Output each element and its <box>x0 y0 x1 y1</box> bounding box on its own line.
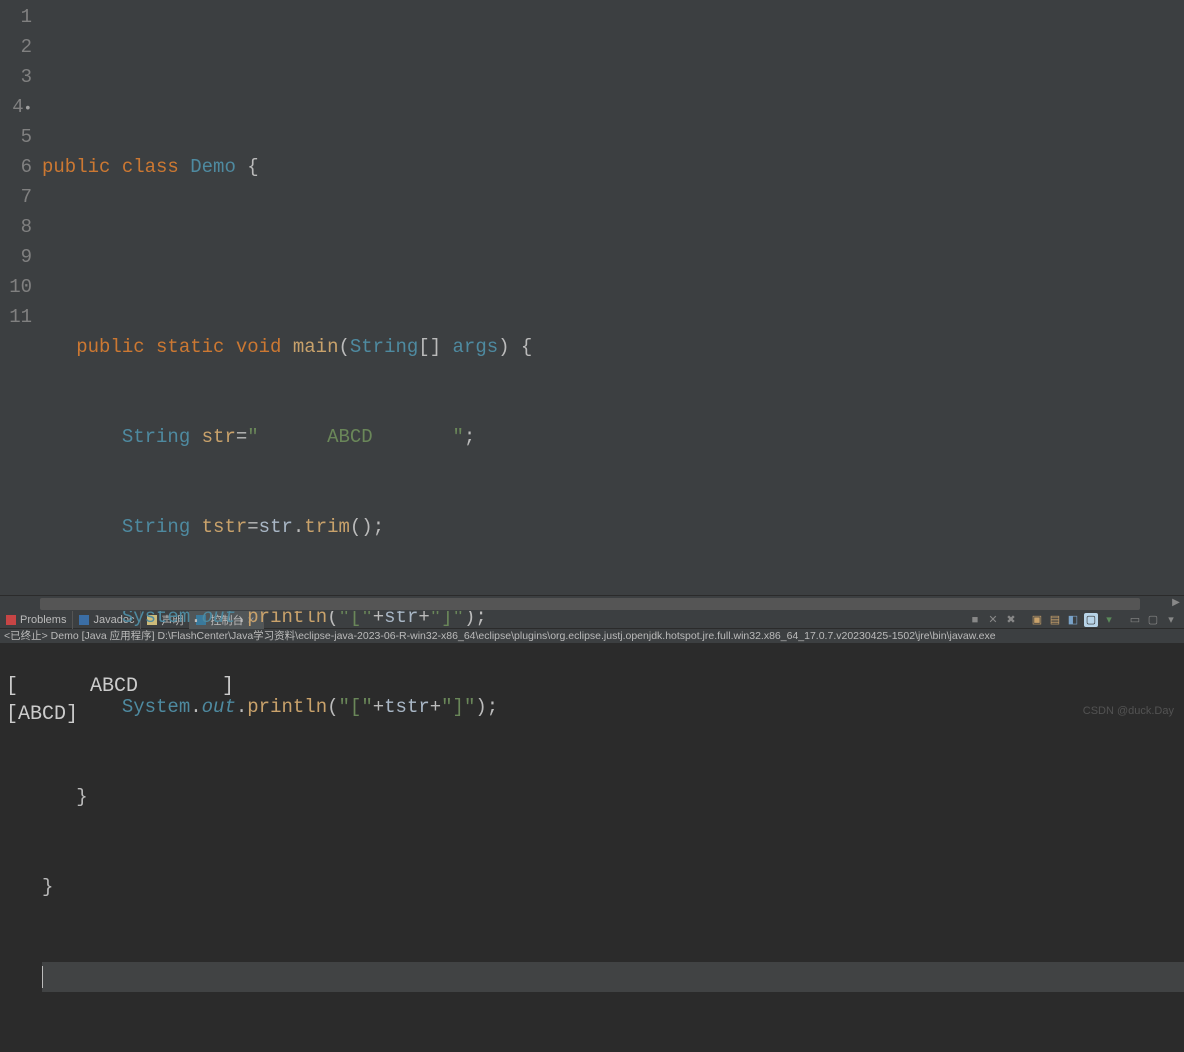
code-line-5[interactable]: String str=" ABCD "; <box>42 422 1184 452</box>
code-line-1[interactable] <box>42 62 1184 92</box>
scroll-right-icon[interactable]: ▶ <box>1170 598 1182 610</box>
code-content[interactable]: public class Demo { public static void m… <box>38 0 1184 595</box>
text-cursor <box>42 966 43 988</box>
code-line-11[interactable] <box>42 962 1184 992</box>
method-marker-icon: • <box>24 101 32 117</box>
horizontal-scrollbar[interactable]: ▶ <box>0 595 1184 611</box>
code-line-9[interactable]: } <box>42 782 1184 812</box>
code-editor[interactable]: 1 2 3 4• 5 6 7 8 9 10 11 public class De… <box>0 0 1184 595</box>
code-line-6[interactable]: String tstr=str.trim(); <box>42 512 1184 542</box>
code-line-3[interactable] <box>42 242 1184 272</box>
problems-icon <box>6 615 16 625</box>
line-number-gutter: 1 2 3 4• 5 6 7 8 9 10 11 <box>0 0 38 595</box>
code-line-8[interactable]: System.out.println("["+tstr+"]"); <box>42 692 1184 722</box>
scrollbar-thumb[interactable] <box>40 598 1140 610</box>
code-line-2[interactable]: public class Demo { <box>42 152 1184 182</box>
code-line-4[interactable]: public static void main(String[] args) { <box>42 332 1184 362</box>
code-line-10[interactable]: } <box>42 872 1184 902</box>
